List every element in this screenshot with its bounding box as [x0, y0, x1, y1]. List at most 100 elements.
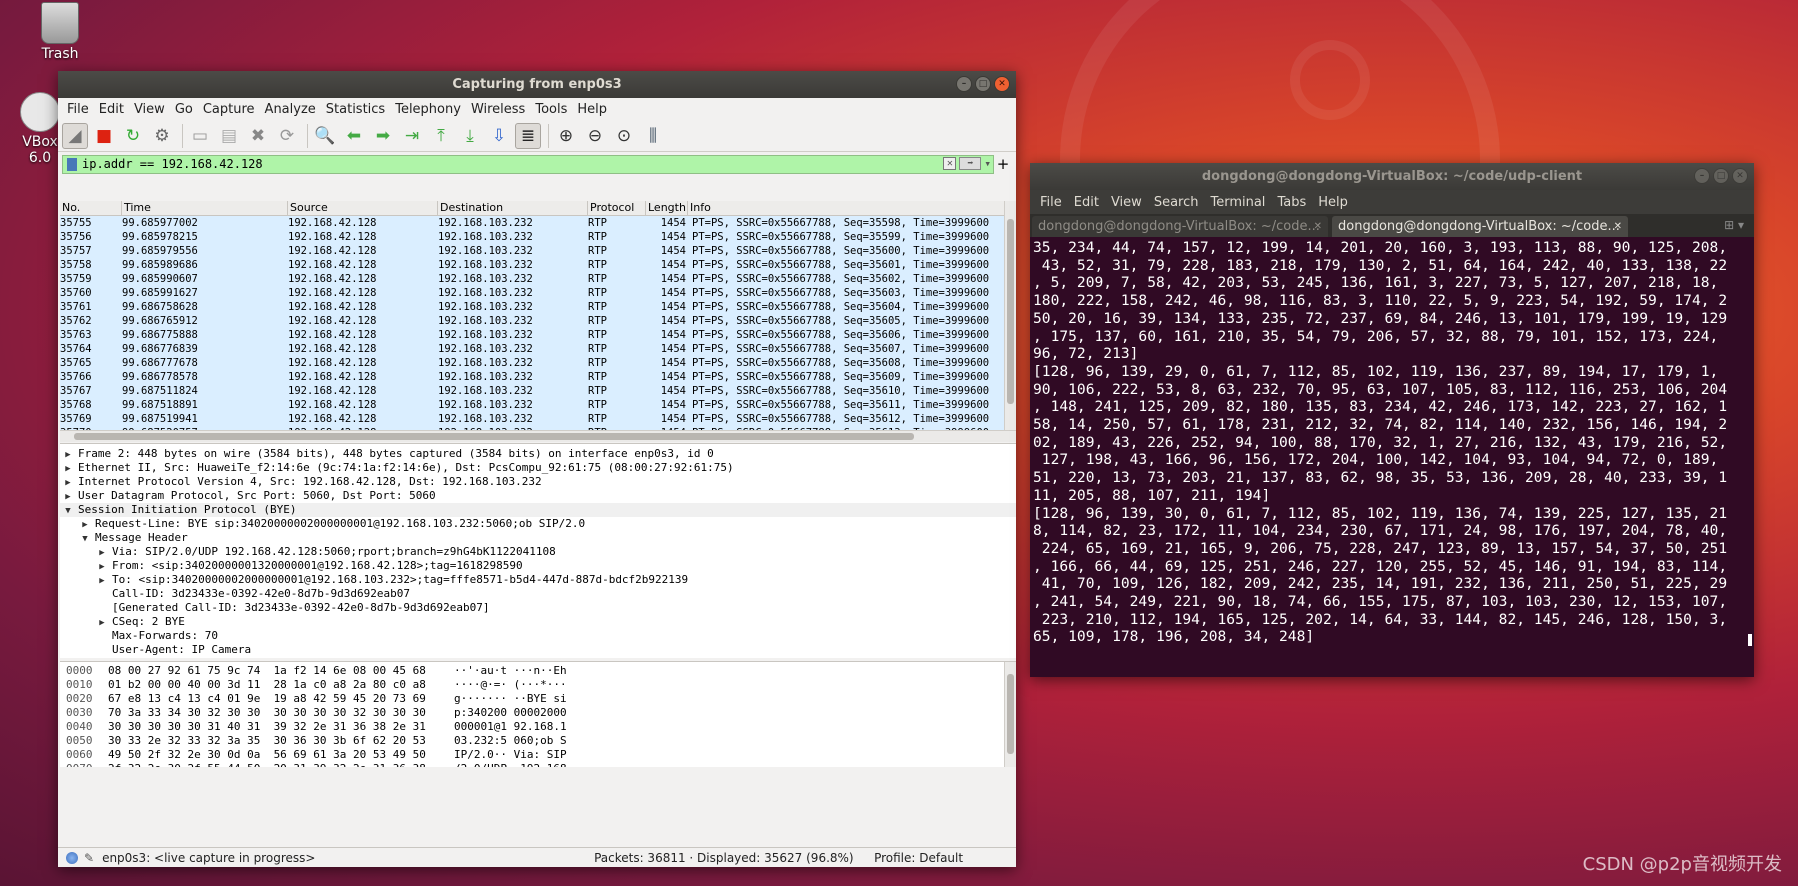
packet-row[interactable]: 35760 99.685991627 192.168.42.128 192.168.1… [60, 286, 1016, 300]
collapse-arrow-icon[interactable]: ▼ [79, 532, 91, 546]
detail-tree-item[interactable]: ▶ CSeq: 2 BYE [60, 615, 1016, 629]
resize-columns-icon[interactable]: ⫼ [640, 123, 666, 149]
open-folder-icon[interactable]: ▭ [187, 123, 213, 149]
terminal-menu-view[interactable]: View [1105, 195, 1148, 210]
display-filter-input[interactable]: ip.addr == 192.168.42.128 ✕ ➡ ▾ [62, 154, 994, 174]
detail-tree-item[interactable]: Call-ID: 3d23433e-0392-42e0-8d7b-9d3d692… [60, 587, 1016, 601]
menu-help[interactable]: Help [572, 102, 612, 117]
column-header-destination[interactable]: Destination [438, 201, 588, 215]
packet-row[interactable]: 35763 99.686775888 192.168.42.128 192.168.1… [60, 328, 1016, 342]
reload-icon[interactable]: ⟳ [274, 123, 300, 149]
bytes-row[interactable]: 0020 67 e8 13 c4 13 c4 01 9e 19 a8 42 59 … [60, 692, 1016, 706]
detail-tree-item[interactable]: Max-Forwards: 70 [60, 629, 1016, 643]
column-header-info[interactable]: Info [688, 201, 1016, 215]
packet-row[interactable]: 35761 99.686758628 192.168.42.128 192.168.1… [60, 300, 1016, 314]
bytes-row[interactable]: 0030 70 3a 33 34 30 32 30 30 30 30 30 30 … [60, 706, 1016, 720]
bookmark-icon[interactable] [67, 157, 77, 171]
packet-list-vscroll[interactable] [1004, 201, 1016, 430]
bytes-hex[interactable]: 08 00 27 92 61 75 9c 74 1a f2 14 6e 08 0… [100, 664, 450, 678]
column-header-length[interactable]: Length [646, 201, 688, 215]
clear-filter-icon[interactable]: ✕ [943, 156, 957, 170]
detail-tree-item[interactable]: ▶ To: <sip:34020000002000000001@192.168.1… [60, 573, 1016, 587]
collapse-arrow-icon[interactable]: ▼ [62, 504, 74, 518]
column-header-protocol[interactable]: Protocol [588, 201, 646, 215]
bytes-ascii[interactable]: ····@·=· (···*··· [450, 678, 567, 692]
terminal-tab-2[interactable]: dongdong@dongdong-VirtualBox: ~/code... … [1332, 216, 1628, 237]
bytes-row[interactable]: 0000 08 00 27 92 61 75 9c 74 1a f2 14 6e … [60, 664, 1016, 678]
filter-dropdown-icon[interactable]: ▾ [984, 157, 991, 170]
packet-row[interactable]: 35756 99.685978215 192.168.42.128 192.168.1… [60, 230, 1016, 244]
expand-arrow-icon[interactable]: ▶ [62, 490, 74, 504]
bytes-ascii[interactable]: g······· ··BYE si [450, 692, 567, 706]
column-header-source[interactable]: Source [288, 201, 438, 215]
bytes-ascii[interactable]: IP/2.0·· Via: SIP [450, 748, 567, 762]
terminal-menu-file[interactable]: File [1034, 195, 1068, 210]
bytes-ascii[interactable]: p:340200 00002000 [450, 706, 567, 720]
packet-row[interactable]: 35767 99.687511824 192.168.42.128 192.168.1… [60, 384, 1016, 398]
packet-row[interactable]: 35765 99.686777678 192.168.42.128 192.168.1… [60, 356, 1016, 370]
menu-edit[interactable]: Edit [94, 102, 129, 117]
bytes-hex[interactable]: 67 e8 13 c4 13 c4 01 9e 19 a8 42 59 45 2… [100, 692, 450, 706]
back-arrow-icon[interactable]: ⬅ [341, 123, 367, 149]
detail-tree-item[interactable]: ▶ Request-Line: BYE sip:34020000002000000… [60, 517, 1016, 531]
forward-arrow-icon[interactable]: ➡ [370, 123, 396, 149]
bytes-hex[interactable]: 49 50 2f 32 2e 30 0d 0a 56 69 61 3a 20 5… [100, 748, 450, 762]
stop-square-icon[interactable]: ■ [91, 123, 117, 149]
expand-arrow-icon[interactable]: ▶ [62, 476, 74, 490]
menu-analyze[interactable]: Analyze [260, 102, 321, 117]
menu-view[interactable]: View [129, 102, 170, 117]
bytes-ascii[interactable]: ··'·au·t ···n··Eh [450, 664, 567, 678]
detail-tree-item[interactable]: [Generated Call-ID: 3d23433e-0392-42e0-8… [60, 601, 1016, 615]
menu-telephony[interactable]: Telephony [390, 102, 466, 117]
options-gear-icon[interactable]: ⚙ [149, 123, 175, 149]
bytes-ascii[interactable]: 000001@1 92.168.1 [450, 720, 567, 734]
menu-go[interactable]: Go [170, 102, 198, 117]
detail-tree-item[interactable]: ▶ Ethernet II, Src: HuaweiTe_f2:14:6e (9c… [60, 461, 1016, 475]
bytes-row[interactable]: 0040 30 30 30 30 30 31 40 31 39 32 2e 31 … [60, 720, 1016, 734]
expand-arrow-icon[interactable]: ▶ [96, 616, 108, 630]
terminal-close-button[interactable]: ✕ [1732, 168, 1748, 184]
menu-wireless[interactable]: Wireless [466, 102, 530, 117]
apply-filter-icon[interactable]: ➡ [959, 156, 982, 170]
bytes-hex[interactable]: 70 3a 33 34 30 32 30 30 30 30 30 30 32 3… [100, 706, 450, 720]
expand-arrow-icon[interactable]: ▶ [96, 560, 108, 574]
terminal-menu-tabs[interactable]: Tabs [1271, 195, 1312, 210]
shark-fin-start-icon[interactable]: ◢ [62, 122, 88, 149]
bytes-row[interactable]: 00702f 32 2e 30 2f 55 44 50 20 31 39 32 … [60, 762, 1016, 767]
terminal-tab-1[interactable]: dongdong@dongdong-VirtualBox: ~/code... … [1032, 216, 1328, 237]
packet-list-hscroll[interactable] [60, 430, 1016, 442]
terminal-menu-edit[interactable]: Edit [1068, 195, 1105, 210]
detail-tree-item[interactable]: ▼ Session Initiation Protocol (BYE) [60, 503, 1016, 517]
bytes-row[interactable]: 0050 30 33 2e 32 33 32 3a 35 30 36 30 3b … [60, 734, 1016, 748]
bytes-hex[interactable]: 01 b2 00 00 40 00 3d 11 28 1a c0 a8 2a 8… [100, 678, 450, 692]
last-packet-icon[interactable]: ⤓ [457, 123, 483, 149]
new-tab-icon[interactable]: ⊞ ▾ [1724, 218, 1744, 232]
bytes-row[interactable]: 0010 01 b2 00 00 40 00 3d 11 28 1a c0 a8 … [60, 678, 1016, 692]
packet-row[interactable]: 35768 99.687518891 192.168.42.128 192.168.1… [60, 398, 1016, 412]
bytes-hex[interactable]: 30 33 2e 32 33 32 3a 35 30 36 30 3b 6f 6… [100, 734, 450, 748]
zoom-normal-icon[interactable]: ⊙ [611, 123, 637, 149]
packet-row[interactable]: 35762 99.686765912 192.168.42.128 192.168.1… [60, 314, 1016, 328]
close-button[interactable]: ✕ [994, 76, 1010, 92]
expand-arrow-icon[interactable]: ▶ [96, 574, 108, 588]
expand-arrow-icon[interactable]: ▶ [79, 518, 91, 532]
tab-close-icon[interactable]: ✕ [1314, 221, 1322, 232]
detail-tree-item[interactable]: User-Agent: IP Camera [60, 643, 1016, 657]
menu-file[interactable]: File [62, 102, 94, 117]
bytes-row[interactable]: 0060 49 50 2f 32 2e 30 0d 0a 56 69 61 3a … [60, 748, 1016, 762]
packet-row[interactable]: 35764 99.686776839 192.168.42.128 192.168.1… [60, 342, 1016, 356]
detail-tree-item[interactable]: ▶ From: <sip:34020000001320000001@192.168… [60, 559, 1016, 573]
colorize-icon[interactable]: ≣ [515, 122, 541, 149]
terminal-menu-search[interactable]: Search [1148, 195, 1205, 210]
detail-tree-item[interactable]: ▶ Frame 2: 448 bytes on wire (3584 bits),… [60, 447, 1016, 461]
trash-desktop-icon[interactable]: Trash [20, 2, 100, 62]
terminal-menu-help[interactable]: Help [1312, 195, 1354, 210]
terminal-menu-terminal[interactable]: Terminal [1204, 195, 1271, 210]
go-to-packet-icon[interactable]: ⇥ [399, 123, 425, 149]
packet-row[interactable]: 35766 99.686778578 192.168.42.128 192.168.1… [60, 370, 1016, 384]
packet-row[interactable]: 35755 99.685977002 192.168.42.128 192.168.1… [60, 216, 1016, 230]
status-profile[interactable]: Profile: Default [874, 851, 963, 865]
bytes-vscroll[interactable] [1004, 662, 1016, 767]
bytes-ascii[interactable]: 03.232:5 060;ob S [450, 734, 567, 748]
detail-tree-item[interactable]: ▶ Internet Protocol Version 4, Src: 192.1… [60, 475, 1016, 489]
